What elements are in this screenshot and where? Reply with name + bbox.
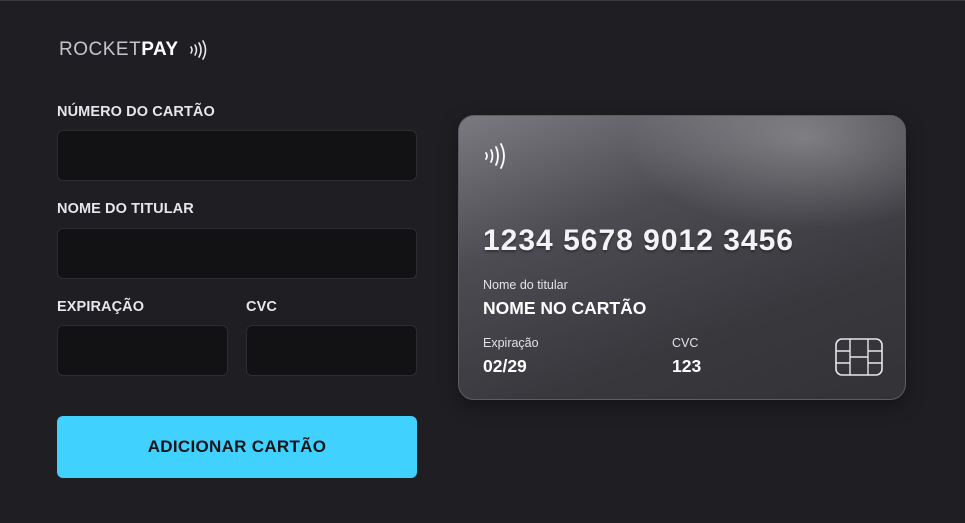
card-cvc-label: CVC	[672, 336, 699, 350]
contactless-icon	[483, 142, 509, 175]
card-expiry-label: Expiração	[483, 336, 539, 350]
expiry-label: EXPIRAÇÃO	[57, 299, 145, 315]
holder-name-input[interactable]	[57, 228, 417, 279]
cvc-input[interactable]	[246, 325, 417, 376]
card-number-label: NÚMERO DO CARTÃO	[57, 104, 215, 120]
brand-logo: ROCKET PAY	[59, 38, 210, 62]
card-holder-label: Nome do titular	[483, 278, 568, 292]
brand-name-light: ROCKET	[59, 39, 142, 60]
expiry-input[interactable]	[57, 325, 228, 376]
card-cvc-value: 123	[672, 356, 702, 376]
holder-name-label: NOME DO TITULAR	[57, 201, 194, 217]
brand-name-bold: PAY	[141, 39, 179, 60]
card-number-display: 1234 5678 9012 3456	[483, 224, 794, 257]
chip-icon	[835, 338, 883, 381]
contactless-icon	[188, 38, 210, 62]
payment-page: ROCKET PAY NÚMERO DO CARTÃO NOME DO TITU…	[0, 0, 965, 523]
card-number-input[interactable]	[57, 130, 417, 181]
card-expiry-value: 02/29	[483, 356, 527, 376]
cvc-label: CVC	[246, 299, 277, 315]
card-holder-name: NOME NO CARTÃO	[483, 298, 647, 318]
add-card-button[interactable]: ADICIONAR CARTÃO	[57, 416, 417, 478]
card-preview: 1234 5678 9012 3456 Nome do titular NOME…	[458, 115, 906, 400]
